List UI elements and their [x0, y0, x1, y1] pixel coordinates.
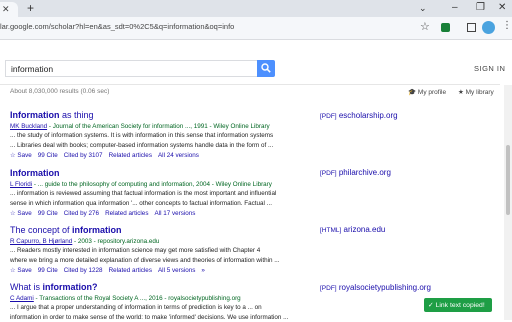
- results-count: About 8,030,000 results (0.06 sec): [10, 88, 109, 95]
- all-versions-link[interactable]: All 17 versions: [154, 210, 195, 217]
- related-articles-link[interactable]: Related articles: [105, 210, 148, 217]
- result-meta: MK Buckland - Journal of the American So…: [10, 123, 310, 131]
- close-window-button[interactable]: ✕: [498, 3, 506, 13]
- result-title[interactable]: What is information?: [10, 282, 310, 293]
- save-button[interactable]: ☆ Save: [10, 267, 32, 274]
- cited-by-link[interactable]: Cited by 276: [64, 210, 99, 217]
- search-query[interactable]: information: [11, 64, 53, 74]
- author-link[interactable]: C Adami: [10, 295, 34, 302]
- result-actions: ☆ Save 99 Cite Cited by 1228 Related articl…: [10, 266, 310, 275]
- html-link[interactable]: [HTML] arizona.edu: [320, 225, 385, 234]
- menu-kebab-icon[interactable]: ⋮: [502, 21, 512, 31]
- cite-button[interactable]: 99 Cite: [38, 267, 58, 274]
- result-snippet: ... I argue that a proper understanding …: [10, 304, 310, 313]
- pdf-link[interactable]: [PDF] philarchive.org: [320, 168, 391, 177]
- result-title[interactable]: The concept of information: [10, 225, 310, 236]
- pdf-link[interactable]: [PDF] escholarship.org: [320, 111, 398, 120]
- result-snippet: ... Libraries deal with books; computer-…: [10, 142, 310, 151]
- cite-button[interactable]: 99 Cite: [38, 152, 58, 159]
- graduation-cap-icon: 🎓: [408, 89, 416, 96]
- active-tab[interactable]: ✕: [0, 2, 18, 17]
- result-snippet: where we bring a more detailed explanati…: [10, 257, 310, 266]
- cited-by-link[interactable]: Cited by 3107: [64, 152, 103, 159]
- profile-avatar[interactable]: [482, 21, 495, 34]
- result-item: The concept of information R Capurro, B …: [10, 225, 310, 275]
- related-articles-link[interactable]: Related articles: [109, 267, 152, 274]
- search-icon: [261, 63, 271, 73]
- cited-by-link[interactable]: Cited by 1228: [64, 267, 103, 274]
- all-versions-link[interactable]: All 5 versions: [158, 267, 195, 274]
- result-title[interactable]: Information as thing: [10, 110, 310, 121]
- toast-text: ✓ Link text copied!: [428, 301, 485, 309]
- result-item: Information as thing MK Buckland - Journ…: [10, 110, 310, 160]
- my-profile-label: My profile: [418, 89, 446, 96]
- bookmark-star-icon[interactable]: ☆: [420, 20, 430, 33]
- save-button[interactable]: ☆ Save: [10, 210, 32, 217]
- author-link[interactable]: MK Buckland: [10, 123, 47, 130]
- chevron-down-icon[interactable]: ⌄: [419, 3, 427, 14]
- result-meta: R Capurro, B Hjørland - 2003 - repositor…: [10, 238, 310, 246]
- maximize-button[interactable]: ❐: [476, 3, 485, 13]
- result-meta: C Adami - Transactions of the Royal Soci…: [10, 295, 310, 303]
- result-item: Information L Floridi - ... guide to the…: [10, 168, 310, 218]
- result-snippet: information in order to make sense of th…: [10, 314, 310, 322]
- side-panel-icon[interactable]: [467, 23, 476, 32]
- result-snippet: sense in which information qua informati…: [10, 200, 310, 209]
- scrollbar-thumb[interactable]: [506, 145, 510, 215]
- result-snippet: ... information is reviewed assuming tha…: [10, 190, 310, 199]
- close-icon[interactable]: ✕: [2, 5, 10, 14]
- my-library-link[interactable]: ★ My library: [458, 88, 494, 96]
- address-bar[interactable]: lar.google.com/scholar?hl=en&as_sdt=0%2C…: [0, 17, 512, 40]
- author-link[interactable]: R Capurro, B Hjørland: [10, 238, 72, 245]
- result-actions: ☆ Save 99 Cite Cited by 276 Related article…: [10, 209, 310, 218]
- extension-icon[interactable]: [441, 23, 450, 32]
- result-snippet: ... the study of information systems. It…: [10, 132, 310, 141]
- link-copied-toast: ✓ Link text copied!: [424, 298, 492, 312]
- result-title[interactable]: Information: [10, 168, 310, 179]
- author-link[interactable]: L Floridi: [10, 181, 32, 188]
- cite-button[interactable]: 99 Cite: [38, 210, 58, 217]
- new-tab-button[interactable]: +: [27, 2, 34, 14]
- result-item: What is information? C Adami - Transacti…: [10, 282, 310, 322]
- related-articles-link[interactable]: Related articles: [109, 152, 152, 159]
- result-snippet: ... Readers mostly interested in informa…: [10, 247, 310, 256]
- more-icon[interactable]: »: [201, 267, 205, 274]
- result-meta: L Floridi - ... guide to the philosophy …: [10, 181, 310, 189]
- url-text[interactable]: lar.google.com/scholar?hl=en&as_sdt=0%2C…: [0, 22, 234, 31]
- star-icon: ★: [458, 89, 464, 96]
- tab-strip: ✕ + ⌄ – ❐ ✕: [0, 0, 512, 17]
- header-divider: [0, 84, 500, 85]
- all-versions-link[interactable]: All 24 versions: [158, 152, 199, 159]
- save-button[interactable]: ☆ Save: [10, 152, 32, 159]
- minimize-button[interactable]: –: [452, 3, 458, 13]
- search-input[interactable]: information: [5, 60, 257, 77]
- sign-in-link[interactable]: SIGN IN: [474, 64, 505, 73]
- search-button[interactable]: [257, 60, 275, 77]
- result-actions: ☆ Save 99 Cite Cited by 3107 Related articl…: [10, 151, 310, 160]
- my-profile-link[interactable]: 🎓 My profile: [408, 88, 446, 96]
- pdf-link[interactable]: [PDF] royalsocietypublishing.org: [320, 283, 431, 292]
- my-library-label: My library: [466, 89, 494, 96]
